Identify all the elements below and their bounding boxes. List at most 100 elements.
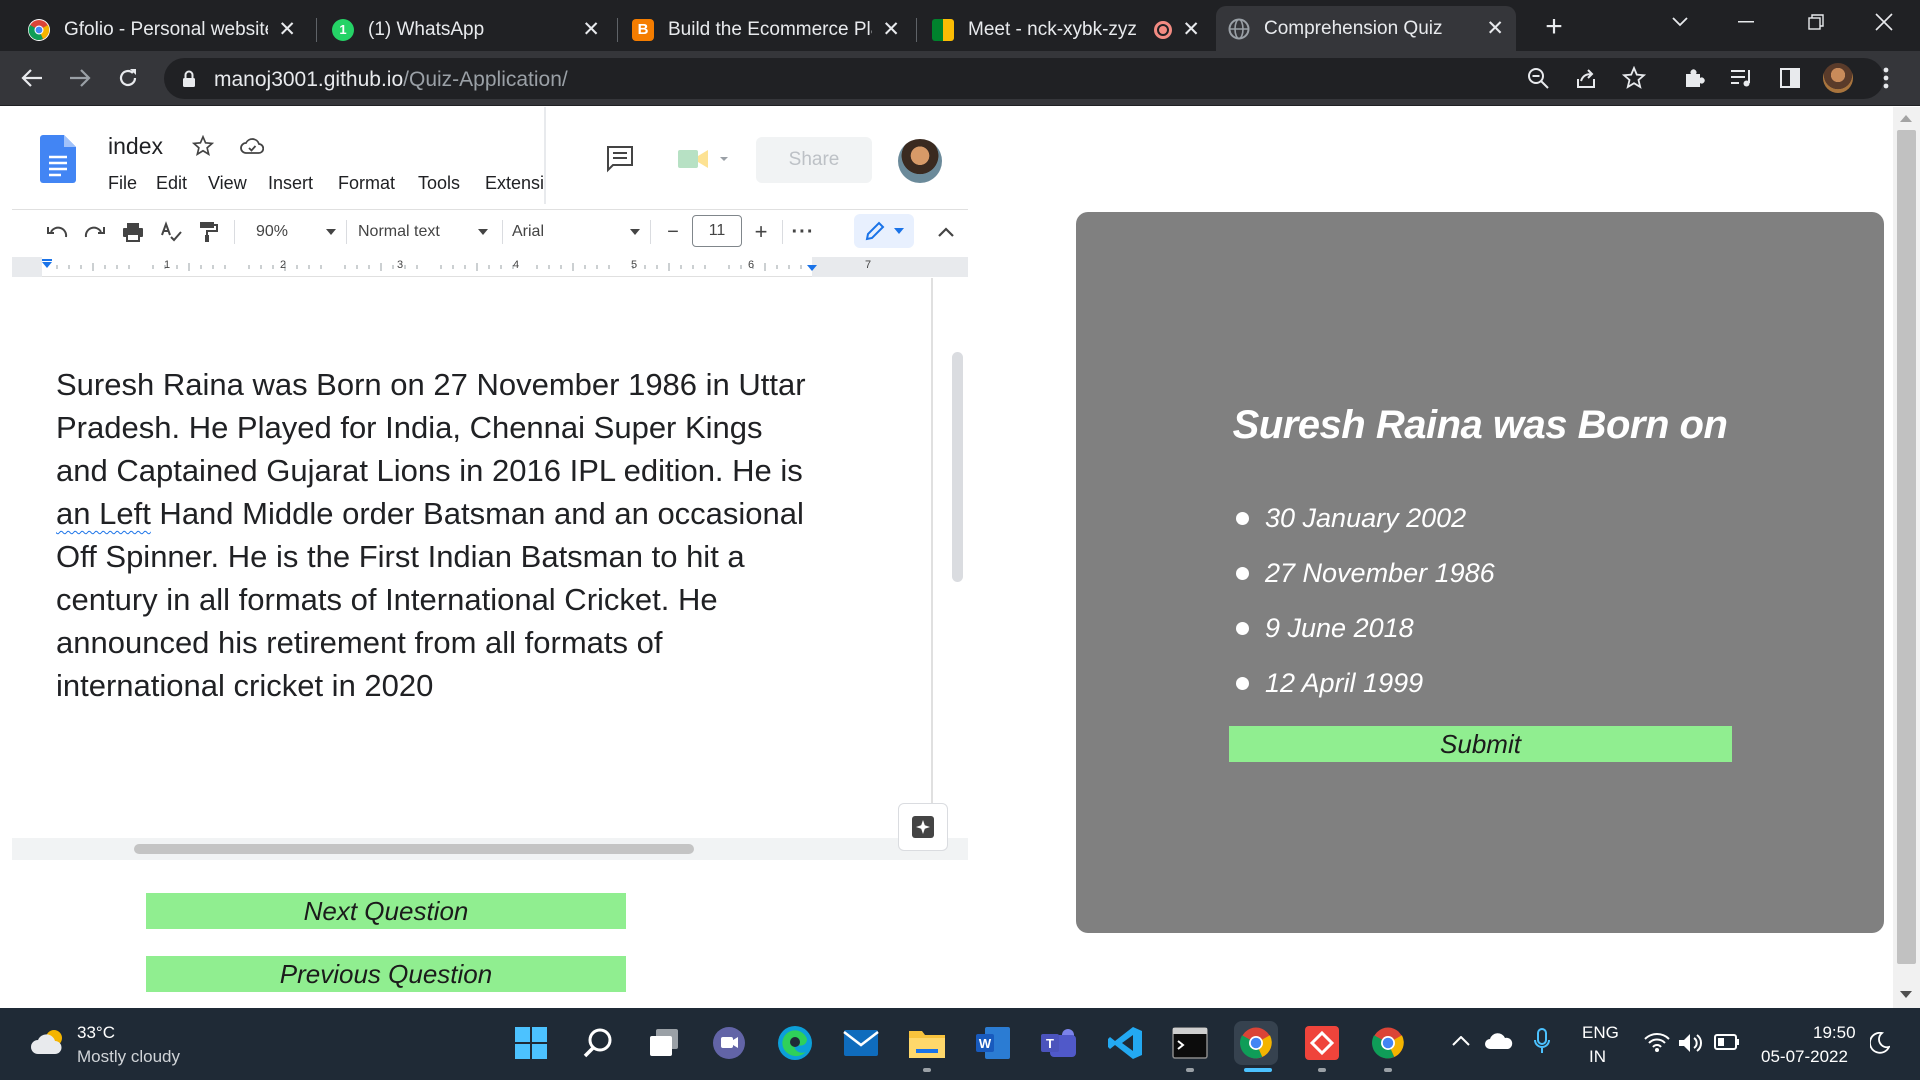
- paint-format-icon[interactable]: [198, 219, 218, 245]
- user-avatar[interactable]: [898, 139, 942, 183]
- redo-icon[interactable]: [84, 219, 106, 245]
- close-icon[interactable]: ✕: [1486, 16, 1504, 41]
- volume-icon[interactable]: [1678, 1032, 1704, 1054]
- focus-moon-icon[interactable]: [1870, 1032, 1890, 1054]
- zoom-select[interactable]: 90%: [256, 219, 336, 245]
- explore-button[interactable]: [898, 803, 948, 851]
- menu-file[interactable]: File: [108, 173, 137, 194]
- font-size-input[interactable]: 11: [692, 215, 742, 247]
- scroll-up-arrow-icon[interactable]: [1899, 113, 1913, 123]
- menu-insert[interactable]: Insert: [268, 173, 313, 194]
- spellcheck-icon[interactable]: [160, 219, 182, 245]
- quiz-option[interactable]: 12 April 1999: [1236, 663, 1423, 703]
- menu-format[interactable]: Format: [338, 173, 395, 194]
- address-bar[interactable]: manoj3001.github.io/Quiz-Application/: [164, 58, 1884, 99]
- tab-comprehension-quiz[interactable]: Comprehension Quiz ✕: [1216, 6, 1516, 51]
- star-icon[interactable]: [192, 135, 214, 157]
- decrease-font-size-button[interactable]: −: [658, 219, 688, 245]
- ruler[interactable]: 1 2 3 4 5 6 7: [12, 257, 968, 277]
- word-icon[interactable]: W: [971, 1021, 1015, 1065]
- teams-icon[interactable]: T: [1037, 1021, 1081, 1065]
- extensions-puzzle-icon[interactable]: [1676, 60, 1712, 96]
- microphone-icon[interactable]: [1534, 1028, 1550, 1054]
- battery-icon[interactable]: [1714, 1034, 1740, 1050]
- terminal-icon[interactable]: [1168, 1021, 1212, 1065]
- share-icon[interactable]: [1568, 60, 1604, 96]
- spelling-suggestion[interactable]: an Left: [56, 496, 151, 531]
- print-icon[interactable]: [122, 219, 144, 245]
- hidden-icons-chevron-icon[interactable]: [1452, 1036, 1470, 1046]
- window-close-icon[interactable]: [1854, 0, 1914, 44]
- tab-search-chevron-icon[interactable]: [1650, 0, 1710, 44]
- zoom-icon[interactable]: [1520, 60, 1556, 96]
- chrome-profile-icon[interactable]: [1366, 1021, 1410, 1065]
- edge-browser-icon[interactable]: [773, 1021, 817, 1065]
- side-panel-icon[interactable]: [1772, 60, 1808, 96]
- profile-avatar[interactable]: [1820, 60, 1856, 96]
- menu-tools[interactable]: Tools: [418, 173, 460, 194]
- minimize-icon[interactable]: [1716, 0, 1776, 44]
- increase-font-size-button[interactable]: +: [746, 219, 776, 245]
- task-view-icon[interactable]: [642, 1021, 686, 1065]
- tab-gfolio[interactable]: Gfolio - Personal website ✕: [16, 8, 308, 51]
- search-icon[interactable]: [576, 1021, 620, 1065]
- cloud-saved-icon[interactable]: [240, 137, 264, 155]
- meet-camera-icon[interactable]: [676, 147, 730, 171]
- scroll-down-arrow-icon[interactable]: [1899, 990, 1913, 1000]
- close-icon[interactable]: ✕: [278, 17, 296, 42]
- doc-title[interactable]: index: [108, 133, 163, 160]
- reload-icon[interactable]: [110, 60, 146, 96]
- editing-mode-button[interactable]: [854, 214, 914, 248]
- recording-icon: [1154, 20, 1173, 39]
- new-tab-plus-icon[interactable]: +: [1536, 10, 1572, 44]
- language-indicator[interactable]: ENG: [1582, 1023, 1619, 1043]
- start-windows-icon[interactable]: [509, 1021, 553, 1065]
- anydesk-icon[interactable]: [1300, 1021, 1344, 1065]
- horizontal-scrollbar[interactable]: [134, 844, 694, 854]
- menu-view[interactable]: View: [208, 173, 247, 194]
- document-scrollbar[interactable]: [952, 352, 963, 582]
- document-body-text[interactable]: Suresh Raina was Born on 27 November 198…: [56, 363, 816, 707]
- more-options-icon[interactable]: ···: [788, 219, 818, 245]
- forward-arrow-icon[interactable]: [62, 60, 98, 96]
- teams-chat-icon[interactable]: [707, 1021, 751, 1065]
- clock-time[interactable]: 19:50: [1813, 1023, 1856, 1043]
- chrome-menu-icon[interactable]: [1868, 60, 1904, 96]
- media-control-icon[interactable]: [1724, 60, 1760, 96]
- comments-icon[interactable]: [606, 145, 634, 173]
- share-button[interactable]: Share: [756, 137, 872, 183]
- tab-ecommerce[interactable]: B Build the Ecommerce Plat ✕: [620, 8, 912, 51]
- file-explorer-icon[interactable]: [905, 1021, 949, 1065]
- clock-date[interactable]: 05-07-2022: [1761, 1047, 1848, 1067]
- undo-icon[interactable]: [46, 219, 68, 245]
- tab-meet[interactable]: Meet - nck-xybk-zyz ✕: [920, 8, 1212, 51]
- back-arrow-icon[interactable]: [14, 60, 50, 96]
- quiz-option[interactable]: 27 November 1986: [1236, 553, 1495, 593]
- wifi-icon[interactable]: [1644, 1032, 1670, 1052]
- previous-question-button[interactable]: Previous Question: [146, 956, 626, 992]
- weather-cloud-icon[interactable]: [30, 1028, 68, 1056]
- close-icon[interactable]: ✕: [882, 17, 900, 42]
- onedrive-cloud-icon[interactable]: [1484, 1032, 1514, 1050]
- font-select[interactable]: Arial: [512, 219, 640, 245]
- page-scrollbar-thumb[interactable]: [1897, 130, 1916, 964]
- toolbar-divider: [346, 220, 347, 244]
- vscode-icon[interactable]: [1103, 1021, 1147, 1065]
- lock-icon[interactable]: [182, 70, 196, 88]
- tab-whatsapp[interactable]: 1 (1) WhatsApp ✕: [320, 8, 612, 51]
- close-icon[interactable]: ✕: [582, 17, 600, 42]
- bookmark-star-icon[interactable]: [1616, 60, 1652, 96]
- hide-menus-chevron-icon[interactable]: [934, 219, 958, 245]
- close-icon[interactable]: ✕: [1182, 17, 1200, 42]
- restore-icon[interactable]: [1786, 0, 1846, 44]
- chrome-taskbar-icon[interactable]: [1234, 1021, 1278, 1065]
- mail-icon[interactable]: [839, 1021, 883, 1065]
- menu-edit[interactable]: Edit: [156, 173, 187, 194]
- next-question-button[interactable]: Next Question: [146, 893, 626, 929]
- submit-button[interactable]: Submit: [1229, 726, 1732, 762]
- docs-logo-icon[interactable]: [40, 135, 76, 183]
- paragraph-style-select[interactable]: Normal text: [358, 219, 488, 245]
- quiz-option[interactable]: 30 January 2002: [1236, 498, 1466, 538]
- quiz-option[interactable]: 9 June 2018: [1236, 608, 1414, 648]
- menu-extensions[interactable]: Extensi: [485, 173, 544, 194]
